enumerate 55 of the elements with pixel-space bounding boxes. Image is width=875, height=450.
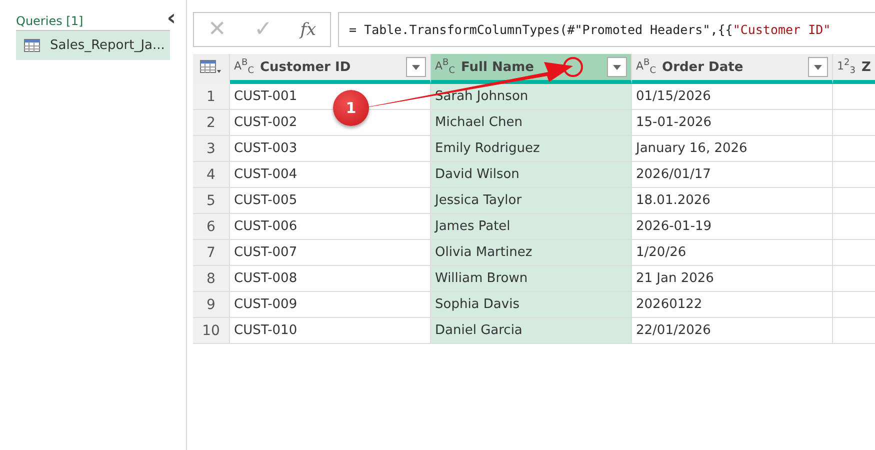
formula-field[interactable]: = Table.TransformColumnTypes(#"Promoted Headers",{{"Customer ID"	[338, 12, 875, 47]
column-header[interactable]: A$^{B}$$_{C}$ Order Date	[632, 54, 833, 84]
table-cell: January 16, 2026	[632, 136, 833, 162]
table-cell: CUST-004	[230, 162, 431, 188]
caret-icon	[613, 64, 621, 70]
table-cell: Michael Chen	[431, 110, 632, 136]
table-cell: 20260122	[632, 292, 833, 318]
row-number: 6	[193, 214, 230, 240]
table-cell: Sophia Davis	[431, 292, 632, 318]
table-cell: James Patel	[431, 214, 632, 240]
row-number: 10	[193, 318, 230, 344]
table-cell: CUST-006	[230, 214, 431, 240]
column-header[interactable]: A$^{B}$$_{C}$ Full Name	[431, 54, 632, 84]
row-number: 4	[193, 162, 230, 188]
table-menu-icon[interactable]	[200, 60, 222, 74]
table-cell: Jessica Taylor	[431, 188, 632, 214]
table-cell: 01/15/2026	[632, 84, 833, 110]
table-cell: David Wilson	[431, 162, 632, 188]
fx-button[interactable]: fx	[300, 20, 316, 40]
table-cell: 2026/01/17	[632, 162, 833, 188]
table-cell: William Brown	[431, 266, 632, 292]
caret-icon	[814, 64, 822, 70]
row-number: 1	[193, 84, 230, 110]
table-cell: 2026-01-19	[632, 214, 833, 240]
row-number: 7	[193, 240, 230, 266]
row-number: 5	[193, 188, 230, 214]
table-cell: CUST-008	[230, 266, 431, 292]
column-header[interactable]: A$^{B}$$_{C}$ Customer ID	[230, 54, 431, 84]
table-cell: 21 Jan 2026	[632, 266, 833, 292]
table-cell: 15-01-2026	[632, 110, 833, 136]
table-cell: Sarah Johnson	[431, 84, 632, 110]
row-number: 8	[193, 266, 230, 292]
table-cell: CUST-009	[230, 292, 431, 318]
row-number: 9	[193, 292, 230, 318]
column-header[interactable]: 1$^{2}$$_{3}$ Z	[833, 54, 875, 84]
table-cell: CUST-010	[230, 318, 431, 344]
table-cell: CUST-007	[230, 240, 431, 266]
table-cell: Emily Rodriguez	[431, 136, 632, 162]
table-cell: Olivia Martinez	[431, 240, 632, 266]
query-item[interactable]: Sales_Report_Ja...	[16, 31, 170, 60]
table-cell: 22/01/2026	[632, 318, 833, 344]
row-number: 3	[193, 136, 230, 162]
row-number: 2	[193, 110, 230, 136]
queries-title: Queries [1]	[16, 14, 84, 28]
table-cell: Daniel Garcia	[431, 318, 632, 344]
table-cell: CUST-003	[230, 136, 431, 162]
collapse-button[interactable]: ‹	[166, 12, 176, 26]
caret-icon	[412, 64, 420, 70]
filter-button[interactable]	[808, 57, 828, 77]
filter-button[interactable]	[406, 57, 426, 77]
table-icon	[24, 39, 40, 52]
table-cell: 1/20/26	[632, 240, 833, 266]
filter-button[interactable]	[607, 57, 627, 77]
table-cell: 18.01.2026	[632, 188, 833, 214]
table-cell: CUST-005	[230, 188, 431, 214]
